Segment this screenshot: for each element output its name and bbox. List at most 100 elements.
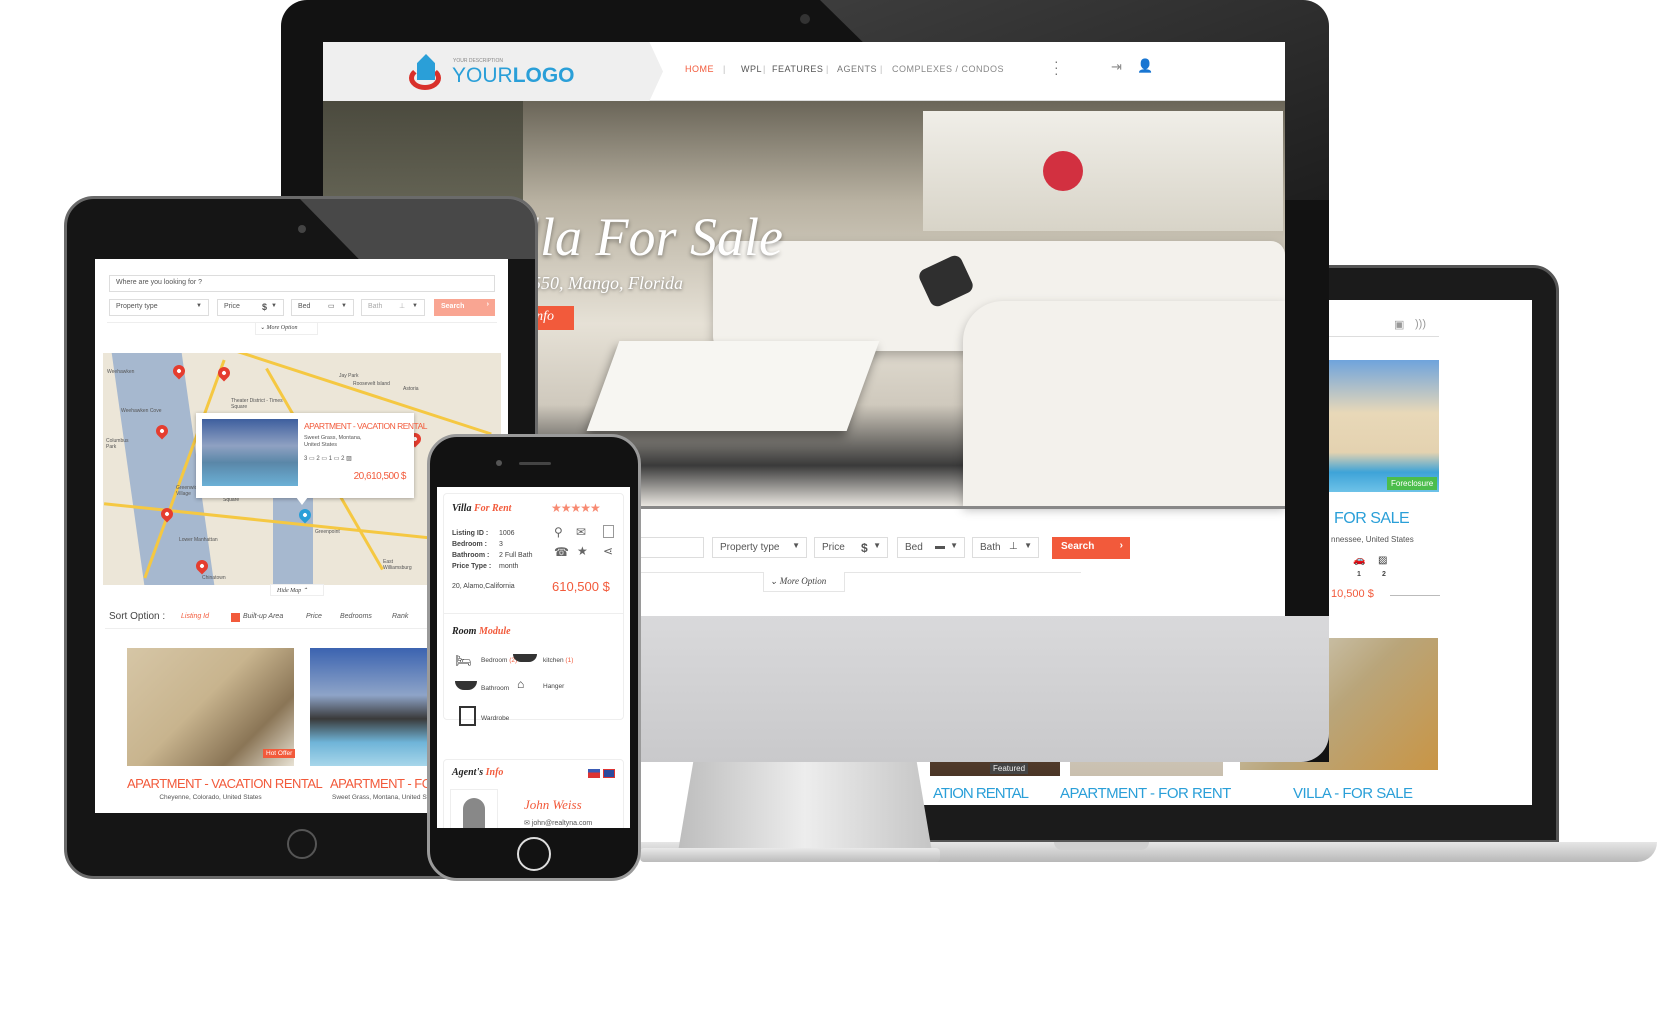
select-label: Price (224, 303, 240, 310)
rss-icon[interactable]: ))) (1415, 318, 1426, 330)
listing-title[interactable]: APARTMENT - FOR RENT (1060, 785, 1231, 802)
map-popup[interactable]: APARTMENT - VACATION RENTAL Sweet Grass,… (196, 413, 428, 505)
hide-map-toggle[interactable]: Hide Map ⌃ (270, 584, 324, 596)
caret-down-icon: ▼ (196, 303, 202, 309)
camera (298, 225, 306, 233)
property-type-select[interactable]: Property type ▼ (109, 299, 209, 316)
nav-separator: | (723, 64, 726, 74)
detail-label: Listing ID : (452, 530, 489, 537)
user-icon[interactable]: 👤 (1137, 58, 1153, 74)
logo-text-b: LOGO (512, 64, 575, 87)
select-label: Bed (298, 303, 311, 310)
nav-agents[interactable]: AGENTS (837, 64, 877, 74)
listing-title[interactable]: APARTMENT - VACATION RENTAL (127, 776, 323, 791)
car-icon: ▭ (333, 456, 340, 462)
search-button[interactable]: Search › (1052, 537, 1130, 559)
sort-price[interactable]: Price (306, 613, 322, 620)
divider (1390, 595, 1440, 596)
map-label: Lower Manhattan (179, 537, 218, 543)
sort-listing-id[interactable]: Listing Id (181, 613, 209, 620)
save-icon[interactable]: ▣ (1394, 318, 1404, 331)
title-b: Module (478, 626, 511, 637)
sort-built-up-area[interactable]: Built-up Area (243, 613, 283, 620)
listing-address: Sweet Grass, Montana, United States (332, 794, 441, 801)
listing-title[interactable]: VILLA - FOR SALE (1293, 785, 1413, 802)
room-label: Wardrobe (481, 715, 510, 722)
listing-image-villa[interactable] (1329, 360, 1439, 492)
agent-email[interactable]: ✉ john@realtyna.com (524, 819, 592, 827)
select-label: Property type (720, 542, 780, 553)
login-icon[interactable]: ⇥ (1111, 59, 1122, 75)
more-option-label: More Option (266, 325, 298, 331)
search-button[interactable]: Search › (434, 299, 495, 316)
sort-bedrooms[interactable]: Bedrooms (340, 613, 372, 620)
room-module-title: Room Module (452, 626, 511, 637)
phone-icon[interactable]: ☎ (554, 545, 569, 559)
nav-home[interactable]: HOME (685, 64, 714, 74)
home-button[interactable] (517, 837, 551, 871)
bed-select[interactable]: Bed ▭ ▼ (291, 299, 354, 316)
map-label: Weehawken Cove (121, 408, 162, 414)
more-option-toggle[interactable]: ⌄ More Option (763, 572, 845, 592)
sort-direction-icon[interactable] (231, 613, 240, 622)
agent-name[interactable]: John Weiss (524, 797, 582, 813)
us-flag-icon[interactable] (588, 769, 600, 778)
map-label: Chinatown (202, 575, 226, 581)
property-type-select[interactable]: Property type ▼ (712, 537, 807, 558)
nav-features[interactable]: FEATURES (772, 64, 823, 74)
bed-select[interactable]: Bed ▬ ▼ (897, 537, 965, 558)
more-option-label: More Option (779, 576, 827, 586)
caret-down-icon: ▼ (950, 541, 958, 550)
hide-map-label: Hide Map (277, 588, 302, 594)
map-label: Roosevelt Island (353, 381, 390, 387)
caret-down-icon: ▼ (271, 303, 277, 309)
home-button[interactable] (287, 829, 317, 859)
price-select[interactable]: Price $ ▼ (217, 299, 284, 316)
detail-value: 2 Full Bath (499, 552, 533, 559)
listing-title[interactable]: FOR SALE (1334, 510, 1410, 528)
sort-rank[interactable]: Rank (392, 613, 408, 620)
location-input[interactable]: Where are you looking for ? (109, 275, 495, 292)
bed-icon: 🛏 (455, 653, 472, 668)
map-label: Jay Park (339, 373, 359, 379)
caret-down-icon: ▼ (1024, 541, 1032, 550)
detail-value: month (499, 563, 519, 570)
logo-icon[interactable] (409, 54, 443, 90)
bedroom-count: 3 (304, 456, 308, 462)
map-marker-icon[interactable]: ⚲ (554, 525, 563, 539)
image-count: 2 (1382, 571, 1386, 578)
nav-complexes[interactable]: COMPLEXES / CONDOS (892, 64, 1004, 74)
mail-icon: ✉ (524, 820, 532, 827)
bath-select[interactable]: Bath ⊥ ▼ (972, 537, 1039, 558)
nav-wpl[interactable]: WPL (741, 64, 762, 74)
caret-down-icon: ▼ (341, 303, 347, 309)
agent-photo (450, 789, 498, 828)
room-item: Bedroom (2) (481, 657, 517, 664)
select-label: Price (822, 542, 845, 553)
listing-title[interactable]: ATION RENTAL (910, 785, 1029, 802)
chevron-up-icon: ⌃ (302, 588, 308, 594)
price-select[interactable]: Price $ ▼ (814, 537, 888, 558)
rating-stars[interactable]: ★★★★★ (551, 501, 601, 515)
bath-count: 2 (316, 456, 320, 462)
site-header: YOUR DESCRIPTION YOURLOGO HOME | WPL | F… (323, 42, 1285, 101)
pdf-icon[interactable] (603, 525, 614, 538)
more-vertical-icon[interactable]: · · · (1054, 54, 1059, 80)
detail-label: Price Type : (452, 563, 492, 570)
more-option-toggle[interactable]: ⌄ More Option (255, 322, 318, 335)
mail-icon[interactable]: ✉ (576, 525, 586, 539)
star-icon[interactable]: ★ (577, 544, 588, 558)
logo-text[interactable]: YOURLOGO (452, 64, 575, 88)
detail-label: Bathroom : (452, 552, 490, 559)
share-icon[interactable]: ⋖ (603, 544, 613, 558)
agent-info-title: Agent's Info (452, 767, 503, 778)
bath-select[interactable]: Bath ⊥ ▼ (361, 299, 425, 316)
listing-address: nnessee, United States (1331, 535, 1414, 544)
room-label: Bedroom (481, 657, 508, 664)
imac-foot (640, 848, 940, 862)
popup-title[interactable]: APARTMENT - VACATION RENTAL (304, 421, 428, 431)
sofa-icon: ▭ (309, 456, 315, 462)
uk-flag-icon[interactable] (603, 769, 615, 778)
garage-icon: 🚗 (1353, 555, 1366, 566)
laptop-notch (1054, 842, 1149, 850)
